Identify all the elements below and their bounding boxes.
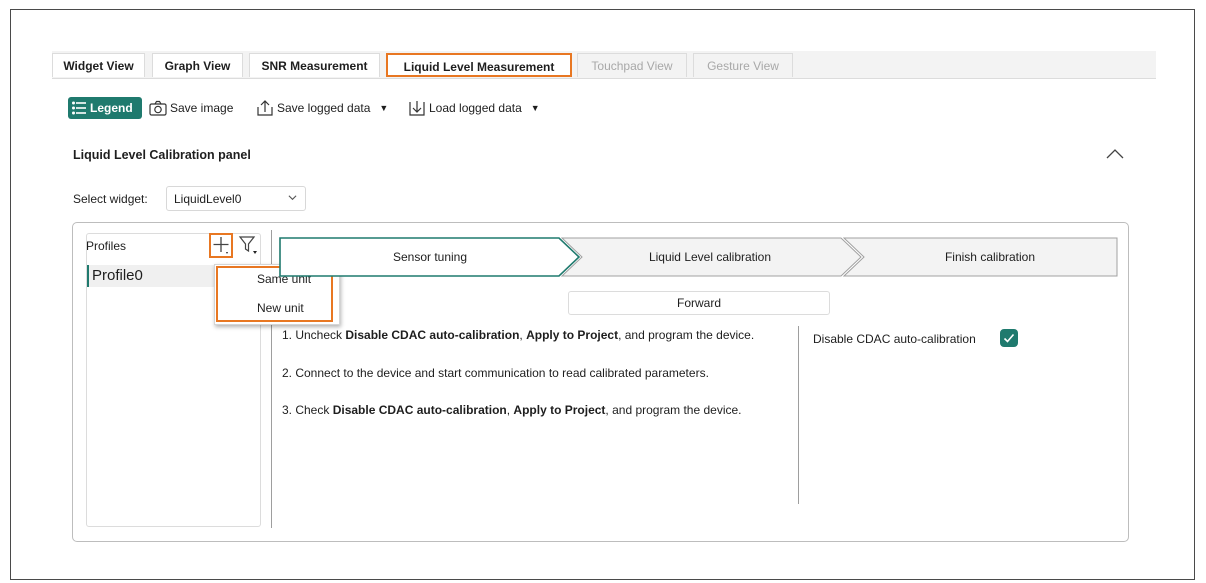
filter-icon — [238, 236, 257, 254]
legend-icon — [72, 101, 86, 115]
chevron-down-icon — [288, 195, 297, 201]
widget-select-value: LiquidLevel0 — [174, 192, 242, 206]
download-icon — [409, 101, 425, 116]
step-sensor-tuning[interactable]: Sensor tuning — [360, 250, 500, 264]
tab-liquid-level-measurement[interactable]: Liquid Level Measurement — [386, 53, 572, 77]
load-logged-label: Load logged data — [429, 101, 522, 115]
load-logged-dropdown-icon[interactable]: ▼ — [531, 97, 540, 119]
legend-button[interactable]: Legend — [68, 97, 142, 119]
load-logged-data-button[interactable]: Load logged data ▼ — [408, 97, 540, 119]
chevron-up-icon[interactable] — [1105, 147, 1125, 161]
step-finish-calibration[interactable]: Finish calibration — [910, 250, 1070, 264]
tab-touchpad-view: Touchpad View — [577, 53, 687, 77]
save-logged-label: Save logged data — [277, 101, 371, 115]
save-image-label: Save image — [170, 101, 234, 115]
select-widget-label: Select widget: — [73, 192, 148, 206]
instruction-2: 2. Connect to the device and start commu… — [282, 366, 709, 380]
profiles-label: Profiles — [86, 239, 127, 253]
menu-item-new-unit[interactable]: New unit — [257, 301, 304, 315]
disable-cdac-checkbox[interactable] — [1000, 329, 1018, 347]
plus-icon — [213, 237, 229, 254]
disable-cdac-label: Disable CDAC auto-calibration — [813, 332, 976, 346]
checkmark-icon — [1003, 333, 1015, 343]
save-logged-data-button[interactable]: Save logged data ▼ — [256, 97, 388, 119]
filter-button[interactable] — [238, 234, 260, 256]
camera-icon — [149, 100, 167, 116]
profile-name: Profile0 — [92, 267, 143, 284]
forward-button[interactable]: Forward — [568, 291, 830, 315]
widget-select[interactable]: LiquidLevel0 — [166, 186, 306, 211]
instructions-divider — [798, 326, 799, 504]
upload-icon — [257, 100, 273, 116]
panel-title: Liquid Level Calibration panel — [73, 148, 251, 162]
instruction-1: 1. Uncheck Disable CDAC auto-calibration… — [282, 328, 755, 342]
tab-graph-view[interactable]: Graph View — [152, 53, 243, 77]
save-logged-dropdown-icon[interactable]: ▼ — [379, 97, 388, 119]
instruction-3: 3. Check Disable CDAC auto-calibration, … — [282, 403, 742, 417]
tab-widget-view[interactable]: Widget View — [52, 53, 145, 77]
tab-gesture-view: Gesture View — [693, 53, 793, 77]
step-liquid-level-calibration[interactable]: Liquid Level calibration — [615, 250, 805, 264]
save-image-button[interactable]: Save image — [149, 97, 233, 119]
tab-snr-measurement[interactable]: SNR Measurement — [249, 53, 380, 77]
add-profile-button[interactable] — [209, 233, 233, 258]
legend-label: Legend — [90, 101, 133, 115]
